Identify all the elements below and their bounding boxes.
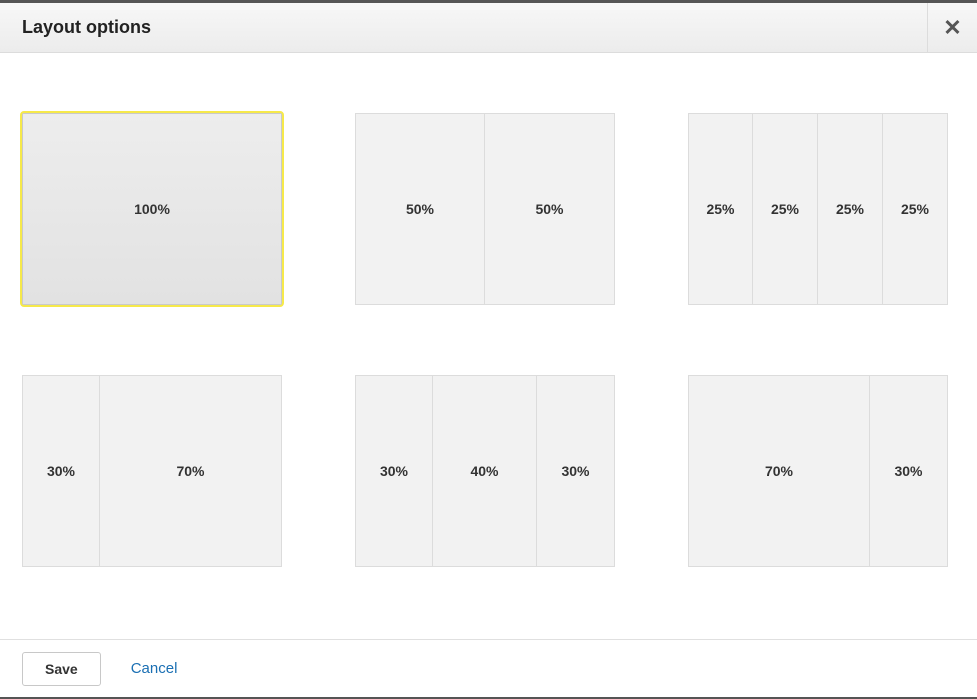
layout-option-0[interactable]: 100%: [22, 113, 282, 305]
close-icon: ✕: [943, 15, 961, 41]
layout-option-5[interactable]: 70%30%: [688, 375, 948, 567]
layout-option-4-col-0-label: 30%: [355, 375, 433, 567]
close-button[interactable]: ✕: [927, 3, 977, 53]
layout-option-3[interactable]: 30%70%: [22, 375, 282, 567]
layout-option-2-col-3-label: 25%: [883, 113, 948, 305]
dialog-title: Layout options: [0, 17, 151, 38]
layout-option-1[interactable]: 50%50%: [355, 113, 615, 305]
layout-option-4[interactable]: 30%40%30%: [355, 375, 615, 567]
layout-option-2-col-2-label: 25%: [818, 113, 883, 305]
layout-option-5-col-0-label: 70%: [688, 375, 870, 567]
layout-option-2-col-1-label: 25%: [753, 113, 818, 305]
dialog-footer: Save Cancel: [0, 639, 977, 697]
layout-option-0-col-0-label: 100%: [22, 113, 282, 305]
layout-option-5-col-1-label: 30%: [870, 375, 948, 567]
layout-option-4-col-2-label: 30%: [537, 375, 615, 567]
cancel-button[interactable]: Cancel: [131, 660, 178, 677]
layout-option-grid: 100%50%50%25%25%25%25%30%70%30%40%30%70%…: [22, 113, 955, 567]
dialog-header: Layout options ✕: [0, 3, 977, 53]
layout-option-4-col-1-label: 40%: [433, 375, 537, 567]
layout-option-2[interactable]: 25%25%25%25%: [688, 113, 948, 305]
save-button[interactable]: Save: [22, 652, 101, 686]
layout-option-3-col-0-label: 30%: [22, 375, 100, 567]
layout-option-2-col-0-label: 25%: [688, 113, 753, 305]
layout-option-1-col-1-label: 50%: [485, 113, 615, 305]
layout-options-dialog: Layout options ✕ 100%50%50%25%25%25%25%3…: [0, 0, 977, 699]
layout-option-1-col-0-label: 50%: [355, 113, 485, 305]
dialog-body: 100%50%50%25%25%25%25%30%70%30%40%30%70%…: [0, 53, 977, 639]
layout-option-3-col-1-label: 70%: [100, 375, 282, 567]
